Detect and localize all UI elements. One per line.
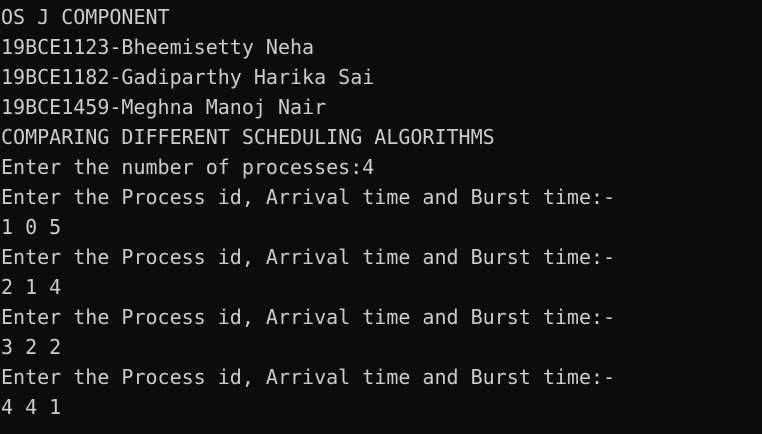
console-output[interactable]: OS J COMPONENT 19BCE1123-Bheemisetty Neh… <box>0 0 762 434</box>
console-line-prompt-3: Enter the Process id, Arrival time and B… <box>1 305 616 329</box>
console-line-member-2: 19BCE1182-Gadiparthy Harika Sai <box>1 65 375 89</box>
console-line-heading: COMPARING DIFFERENT SCHEDULING ALGORITHM… <box>1 125 495 149</box>
console-line-process-count: Enter the number of processes:4 <box>1 155 375 179</box>
console-line-prompt-1: Enter the Process id, Arrival time and B… <box>1 185 616 209</box>
console-line-prompt-4: Enter the Process id, Arrival time and B… <box>1 365 616 389</box>
console-line-prompt-2: Enter the Process id, Arrival time and B… <box>1 245 616 269</box>
console-line-member-3: 19BCE1459-Meghna Manoj Nair <box>1 95 327 119</box>
console-line-input-2: 2 1 4 <box>1 275 62 299</box>
console-line-input-3: 3 2 2 <box>1 335 62 359</box>
console-line-input-4: 4 4 1 <box>1 395 62 419</box>
console-line-title: OS J COMPONENT <box>1 5 170 29</box>
console-line-input-1: 1 0 5 <box>1 215 62 239</box>
console-line-member-1: 19BCE1123-Bheemisetty Neha <box>1 35 315 59</box>
